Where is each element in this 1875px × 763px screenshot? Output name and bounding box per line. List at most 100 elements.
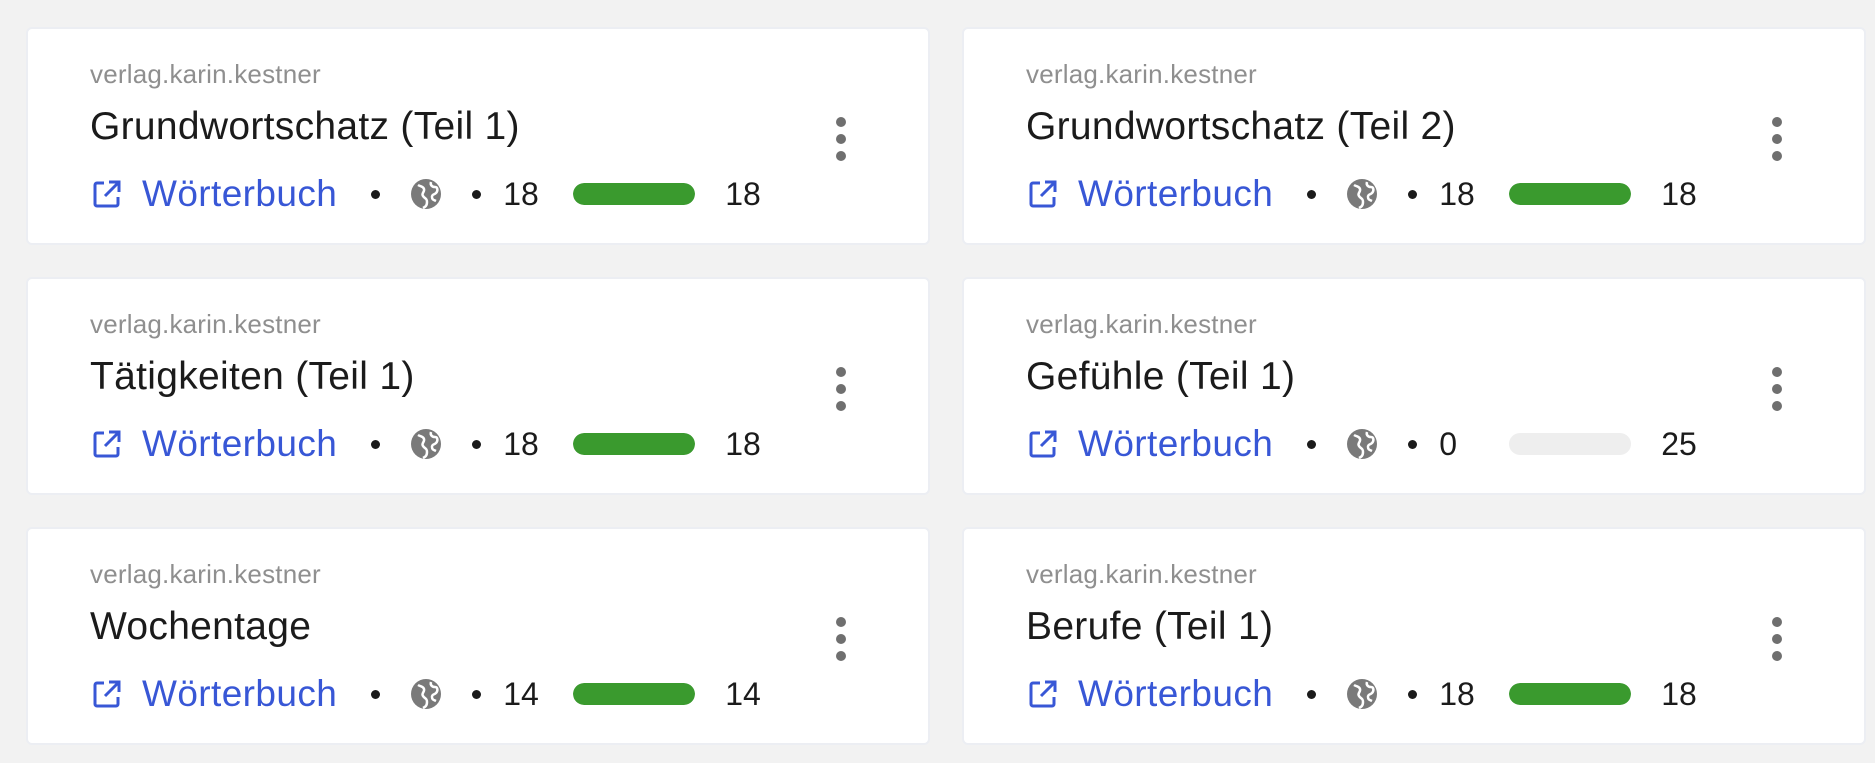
dictionary-link[interactable]: Wörterbuch (1026, 173, 1273, 215)
total-count: 18 (725, 175, 761, 212)
progress-bar-fill (573, 183, 696, 205)
kebab-dot (1772, 401, 1782, 411)
open-in-new-icon (90, 427, 124, 461)
wordlist-card[interactable]: verlag.karin.kestner Grundwortschatz (Te… (26, 27, 930, 245)
learned-count: 18 (1439, 175, 1475, 212)
globe-icon (408, 426, 444, 462)
progress-bar (573, 433, 696, 455)
kebab-dot (836, 651, 846, 661)
separator-dot (472, 189, 482, 199)
wordlist-card[interactable]: verlag.karin.kestner Tätigkeiten (Teil 1… (26, 277, 930, 495)
progress-bar-fill (573, 433, 696, 455)
card-title[interactable]: Wochentage (90, 605, 311, 649)
card-owner: verlag.karin.kestner (1026, 59, 1257, 89)
dictionary-link[interactable]: Wörterbuch (1026, 673, 1273, 715)
dictionary-link[interactable]: Wörterbuch (90, 423, 337, 465)
wordlist-grid: verlag.karin.kestner Grundwortschatz (Te… (26, 27, 1866, 745)
separator-dot (1408, 439, 1418, 449)
card-meta: Wörterbuch 18 18 (1026, 671, 1697, 717)
card-owner: verlag.karin.kestner (1026, 559, 1257, 589)
open-in-new-icon (1026, 177, 1060, 211)
wordlist-card[interactable]: verlag.karin.kestner Berufe (Teil 1) Wör… (962, 527, 1866, 745)
total-count: 25 (1661, 425, 1697, 462)
learned-count: 18 (1439, 675, 1475, 712)
more-options-button[interactable] (834, 117, 848, 161)
card-meta: Wörterbuch 18 18 (90, 421, 761, 467)
open-in-new-icon (90, 177, 124, 211)
progress-bar (573, 683, 696, 705)
separator-dot (1307, 689, 1317, 699)
card-meta: Wörterbuch 14 14 (90, 671, 761, 717)
dictionary-link-label: Wörterbuch (142, 423, 338, 464)
learned-count: 18 (503, 425, 539, 462)
more-options-button[interactable] (1770, 617, 1784, 661)
learned-count: 18 (503, 175, 539, 212)
progress-bar (1509, 683, 1632, 705)
progress-bar-fill (1509, 183, 1632, 205)
card-meta: Wörterbuch 0 25 (1026, 421, 1697, 467)
separator-dot (1408, 189, 1418, 199)
kebab-dot (836, 634, 846, 644)
total-count: 18 (1661, 675, 1697, 712)
kebab-dot (1772, 651, 1782, 661)
card-title[interactable]: Grundwortschatz (Teil 2) (1026, 105, 1456, 149)
total-count: 18 (725, 425, 761, 462)
open-in-new-icon (1026, 427, 1060, 461)
kebab-dot (1772, 617, 1782, 627)
dictionary-link[interactable]: Wörterbuch (90, 173, 337, 215)
globe-icon (408, 676, 444, 712)
kebab-dot (836, 117, 846, 127)
globe-icon (1344, 426, 1380, 462)
open-in-new-icon (1026, 677, 1060, 711)
kebab-dot (836, 367, 846, 377)
card-title[interactable]: Tätigkeiten (Teil 1) (90, 355, 415, 399)
more-options-button[interactable] (834, 367, 848, 411)
kebab-dot (836, 384, 846, 394)
card-owner: verlag.karin.kestner (90, 559, 321, 589)
wordlist-card[interactable]: verlag.karin.kestner Wochentage Wörterbu… (26, 527, 930, 745)
dictionary-link-label: Wörterbuch (142, 173, 338, 214)
dictionary-link[interactable]: Wörterbuch (1026, 423, 1273, 465)
kebab-dot (1772, 634, 1782, 644)
learned-count: 14 (503, 675, 539, 712)
separator-dot (1307, 189, 1317, 199)
dictionary-link-label: Wörterbuch (1078, 173, 1274, 214)
separator-dot (371, 189, 381, 199)
more-options-button[interactable] (1770, 117, 1784, 161)
more-options-button[interactable] (834, 617, 848, 661)
dictionary-link[interactable]: Wörterbuch (90, 673, 337, 715)
kebab-dot (1772, 384, 1782, 394)
open-in-new-icon (90, 677, 124, 711)
dictionary-link-label: Wörterbuch (1078, 673, 1274, 714)
kebab-dot (836, 134, 846, 144)
progress-bar-fill (573, 683, 696, 705)
wordlist-card[interactable]: verlag.karin.kestner Gefühle (Teil 1) Wö… (962, 277, 1866, 495)
card-title[interactable]: Gefühle (Teil 1) (1026, 355, 1295, 399)
card-owner: verlag.karin.kestner (90, 59, 321, 89)
globe-icon (408, 176, 444, 212)
card-meta: Wörterbuch 18 18 (1026, 171, 1697, 217)
progress-bar-fill (1509, 683, 1632, 705)
card-meta: Wörterbuch 18 18 (90, 171, 761, 217)
globe-icon (1344, 676, 1380, 712)
kebab-dot (1772, 151, 1782, 161)
kebab-dot (836, 401, 846, 411)
more-options-button[interactable] (1770, 367, 1784, 411)
separator-dot (371, 439, 381, 449)
separator-dot (1408, 689, 1418, 699)
separator-dot (1307, 439, 1317, 449)
separator-dot (472, 689, 482, 699)
separator-dot (371, 689, 381, 699)
kebab-dot (836, 617, 846, 627)
card-owner: verlag.karin.kestner (1026, 309, 1257, 339)
kebab-dot (836, 151, 846, 161)
card-title[interactable]: Grundwortschatz (Teil 1) (90, 105, 520, 149)
progress-bar (1509, 433, 1632, 455)
card-owner: verlag.karin.kestner (90, 309, 321, 339)
kebab-dot (1772, 367, 1782, 377)
kebab-dot (1772, 117, 1782, 127)
progress-bar (1509, 183, 1632, 205)
wordlist-card[interactable]: verlag.karin.kestner Grundwortschatz (Te… (962, 27, 1866, 245)
total-count: 18 (1661, 175, 1697, 212)
card-title[interactable]: Berufe (Teil 1) (1026, 605, 1273, 649)
